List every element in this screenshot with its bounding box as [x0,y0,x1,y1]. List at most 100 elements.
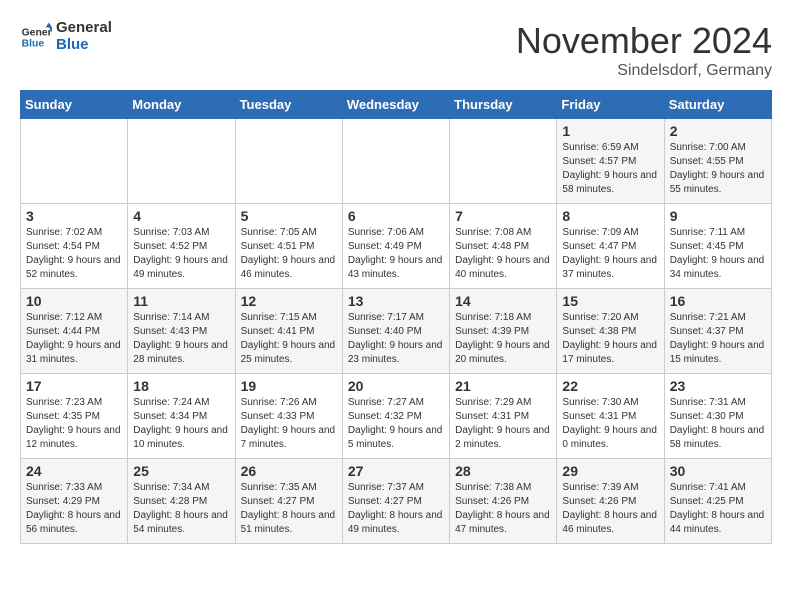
calendar-body: 1 Sunrise: 6:59 AM Sunset: 4:57 PM Daylig… [21,119,772,544]
header-sunday: Sunday [21,91,128,119]
day-info: Sunrise: 7:03 AM Sunset: 4:52 PM Dayligh… [133,226,229,282]
day-info: Sunrise: 7:31 AM Sunset: 4:30 PM Dayligh… [670,396,766,452]
day-info: Sunrise: 7:35 AM Sunset: 4:27 PM Dayligh… [241,481,337,537]
table-row: 10 Sunrise: 7:12 AM Sunset: 4:44 PM Dayli… [21,289,128,374]
table-row [450,119,557,204]
table-row: 24Sunrise: 7:33 AM Sunset: 4:29 PM Dayli… [21,459,128,544]
day-info: Sunrise: 7:08 AM Sunset: 4:48 PM Dayligh… [455,226,551,282]
table-row: 8 Sunrise: 7:09 AM Sunset: 4:47 PM Daylig… [557,204,664,289]
header-tuesday: Tuesday [235,91,342,119]
table-row: 3Sunrise: 7:02 AM Sunset: 4:54 PM Daylig… [21,204,128,289]
day-info: Sunrise: 7:05 AM Sunset: 4:51 PM Dayligh… [241,226,337,282]
day-info: Sunrise: 7:17 AM Sunset: 4:40 PM Dayligh… [348,311,444,367]
table-row: 17 Sunrise: 7:23 AM Sunset: 4:35 PM Dayli… [21,374,128,459]
day-number: 21 [455,378,551,394]
day-info: Sunrise: 7:23 AM Sunset: 4:35 PM Dayligh… [26,396,122,452]
calendar-header: Sunday Monday Tuesday Wednesday Thursday… [21,91,772,119]
day-info: Sunrise: 7:12 AM Sunset: 4:44 PM Dayligh… [26,311,122,367]
day-info: Sunrise: 6:59 AM Sunset: 4:57 PM Dayligh… [562,141,658,197]
day-number: 15 [562,293,658,309]
table-row: 19 Sunrise: 7:26 AM Sunset: 4:33 PM Dayli… [235,374,342,459]
table-row: 27 Sunrise: 7:37 AM Sunset: 4:27 PM Dayli… [342,459,449,544]
day-info: Sunrise: 7:21 AM Sunset: 4:37 PM Dayligh… [670,311,766,367]
table-row: 30 Sunrise: 7:41 AM Sunset: 4:25 PM Dayli… [664,459,771,544]
table-row: 18Sunrise: 7:24 AM Sunset: 4:34 PM Dayli… [128,374,235,459]
day-info: Sunrise: 7:20 AM Sunset: 4:38 PM Dayligh… [562,311,658,367]
day-info: Sunrise: 7:39 AM Sunset: 4:26 PM Dayligh… [562,481,658,537]
day-info: Sunrise: 7:06 AM Sunset: 4:49 PM Dayligh… [348,226,444,282]
svg-text:General: General [22,27,52,38]
day-number: 1 [562,123,658,139]
day-info: Sunrise: 7:15 AM Sunset: 4:41 PM Dayligh… [241,311,337,367]
logo-line2: Blue [56,37,112,54]
day-number: 27 [348,463,444,479]
day-number: 29 [562,463,658,479]
day-number: 17 [26,378,122,394]
day-info: Sunrise: 7:41 AM Sunset: 4:25 PM Dayligh… [670,481,766,537]
svg-text:Blue: Blue [22,38,45,49]
day-number: 13 [348,293,444,309]
day-number: 22 [562,378,658,394]
table-row: 20 Sunrise: 7:27 AM Sunset: 4:32 PM Dayli… [342,374,449,459]
table-row [235,119,342,204]
table-row: 22 Sunrise: 7:30 AM Sunset: 4:31 PM Dayli… [557,374,664,459]
calendar-table: Sunday Monday Tuesday Wednesday Thursday… [20,90,772,544]
day-number: 23 [670,378,766,394]
table-row: 23 Sunrise: 7:31 AM Sunset: 4:30 PM Dayli… [664,374,771,459]
logo: General Blue General Blue [20,20,112,53]
table-row: 11 Sunrise: 7:14 AM Sunset: 4:43 PM Dayli… [128,289,235,374]
day-info: Sunrise: 7:24 AM Sunset: 4:34 PM Dayligh… [133,396,229,452]
table-row [21,119,128,204]
table-row: 14 Sunrise: 7:18 AM Sunset: 4:39 PM Dayli… [450,289,557,374]
table-row: 16 Sunrise: 7:21 AM Sunset: 4:37 PM Dayli… [664,289,771,374]
logo-line1: General [56,20,112,37]
day-number: 20 [348,378,444,394]
day-number: 4 [133,208,229,224]
day-info: Sunrise: 7:11 AM Sunset: 4:45 PM Dayligh… [670,226,766,282]
table-row: 26 Sunrise: 7:35 AM Sunset: 4:27 PM Dayli… [235,459,342,544]
table-row: 4 Sunrise: 7:03 AM Sunset: 4:52 PM Daylig… [128,204,235,289]
day-info: Sunrise: 7:26 AM Sunset: 4:33 PM Dayligh… [241,396,337,452]
table-row: 15 Sunrise: 7:20 AM Sunset: 4:38 PM Dayli… [557,289,664,374]
header-wednesday: Wednesday [342,91,449,119]
table-row [342,119,449,204]
day-number: 19 [241,378,337,394]
day-number: 5 [241,208,337,224]
day-info: Sunrise: 7:37 AM Sunset: 4:27 PM Dayligh… [348,481,444,537]
day-number: 16 [670,293,766,309]
day-number: 24 [26,463,122,479]
header: General Blue General Blue November 2024 … [20,20,772,80]
table-row: 25 Sunrise: 7:34 AM Sunset: 4:28 PM Dayli… [128,459,235,544]
day-number: 7 [455,208,551,224]
table-row: 6 Sunrise: 7:06 AM Sunset: 4:49 PM Daylig… [342,204,449,289]
table-row [128,119,235,204]
table-row: 5 Sunrise: 7:05 AM Sunset: 4:51 PM Daylig… [235,204,342,289]
day-number: 12 [241,293,337,309]
day-info: Sunrise: 7:29 AM Sunset: 4:31 PM Dayligh… [455,396,551,452]
day-number: 8 [562,208,658,224]
day-info: Sunrise: 7:14 AM Sunset: 4:43 PM Dayligh… [133,311,229,367]
table-row: 28Sunrise: 7:38 AM Sunset: 4:26 PM Dayli… [450,459,557,544]
calendar-subtitle: Sindelsdorf, Germany [516,62,772,80]
day-number: 14 [455,293,551,309]
table-row: 12 Sunrise: 7:15 AM Sunset: 4:41 PM Dayli… [235,289,342,374]
day-info: Sunrise: 7:27 AM Sunset: 4:32 PM Dayligh… [348,396,444,452]
day-number: 9 [670,208,766,224]
day-number: 26 [241,463,337,479]
day-number: 11 [133,293,229,309]
day-number: 25 [133,463,229,479]
table-row: 1 Sunrise: 6:59 AM Sunset: 4:57 PM Daylig… [557,119,664,204]
table-row: 7 Sunrise: 7:08 AM Sunset: 4:48 PM Daylig… [450,204,557,289]
day-info: Sunrise: 7:09 AM Sunset: 4:47 PM Dayligh… [562,226,658,282]
table-row: 29 Sunrise: 7:39 AM Sunset: 4:26 PM Dayli… [557,459,664,544]
day-number: 2 [670,123,766,139]
day-info: Sunrise: 7:38 AM Sunset: 4:26 PM Dayligh… [455,481,551,537]
day-number: 3 [26,208,122,224]
day-number: 6 [348,208,444,224]
header-thursday: Thursday [450,91,557,119]
day-number: 30 [670,463,766,479]
day-number: 10 [26,293,122,309]
day-info: Sunrise: 7:34 AM Sunset: 4:28 PM Dayligh… [133,481,229,537]
day-info: Sunrise: 7:18 AM Sunset: 4:39 PM Dayligh… [455,311,551,367]
day-info: Sunrise: 7:30 AM Sunset: 4:31 PM Dayligh… [562,396,658,452]
